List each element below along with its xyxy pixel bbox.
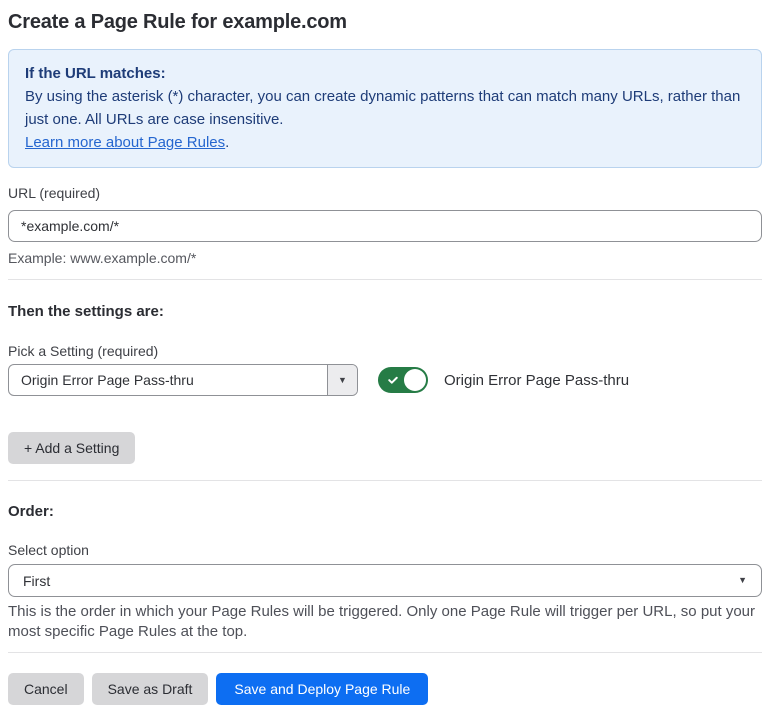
divider (8, 279, 762, 280)
setting-dropdown[interactable]: Origin Error Page Pass-thru ▼ (8, 364, 358, 396)
setting-toggle[interactable] (378, 367, 428, 393)
order-section-heading: Order: (8, 503, 54, 520)
chevron-down-icon: ▼ (338, 374, 347, 385)
order-helper-text: This is the order in which your Page Rul… (8, 603, 756, 640)
toggle-knob (404, 369, 426, 391)
info-box-heading: If the URL matches: (25, 65, 166, 82)
select-option-label: Select option (8, 542, 89, 558)
info-link-line: Learn more about Page Rules. (25, 131, 745, 154)
save-draft-button[interactable]: Save as Draft (91, 673, 209, 705)
link-suffix: . (225, 134, 230, 151)
divider (8, 652, 762, 653)
url-label: URL (required) (8, 185, 101, 201)
chevron-down-icon: ▼ (738, 575, 747, 585)
url-helper-text: Example: www.example.com/* (8, 250, 197, 266)
save-deploy-button[interactable]: Save and Deploy Page Rule (216, 673, 429, 705)
order-select-value: First (23, 572, 51, 589)
info-box-body: By using the asterisk (*) character, you… (25, 88, 741, 128)
setting-dropdown-value: Origin Error Page Pass-thru (21, 372, 194, 388)
add-setting-button[interactable]: + Add a Setting (8, 432, 136, 464)
divider (8, 480, 762, 481)
url-input[interactable] (8, 210, 762, 242)
url-match-info-box: If the URL matches: By using the asteris… (8, 49, 762, 168)
footer-actions: Cancel Save as Draft Save and Deploy Pag… (8, 673, 762, 705)
settings-section-heading: Then the settings are: (8, 303, 164, 320)
learn-more-link[interactable]: Learn more about Page Rules (25, 134, 225, 151)
cancel-button[interactable]: Cancel (8, 673, 84, 705)
setting-dropdown-button[interactable]: ▼ (327, 365, 357, 395)
check-icon (388, 376, 398, 384)
setting-toggle-label: Origin Error Page Pass-thru (444, 371, 630, 389)
order-select[interactable]: First ▼ (8, 564, 762, 597)
page-title: Create a Page Rule for example.com (8, 11, 347, 33)
pick-setting-label: Pick a Setting (required) (8, 343, 159, 359)
setting-row: Origin Error Page Pass-thru ▼ Origin Err… (8, 364, 762, 396)
create-page-rule-panel: Create a Page Rule for example.com If th… (0, 0, 770, 705)
